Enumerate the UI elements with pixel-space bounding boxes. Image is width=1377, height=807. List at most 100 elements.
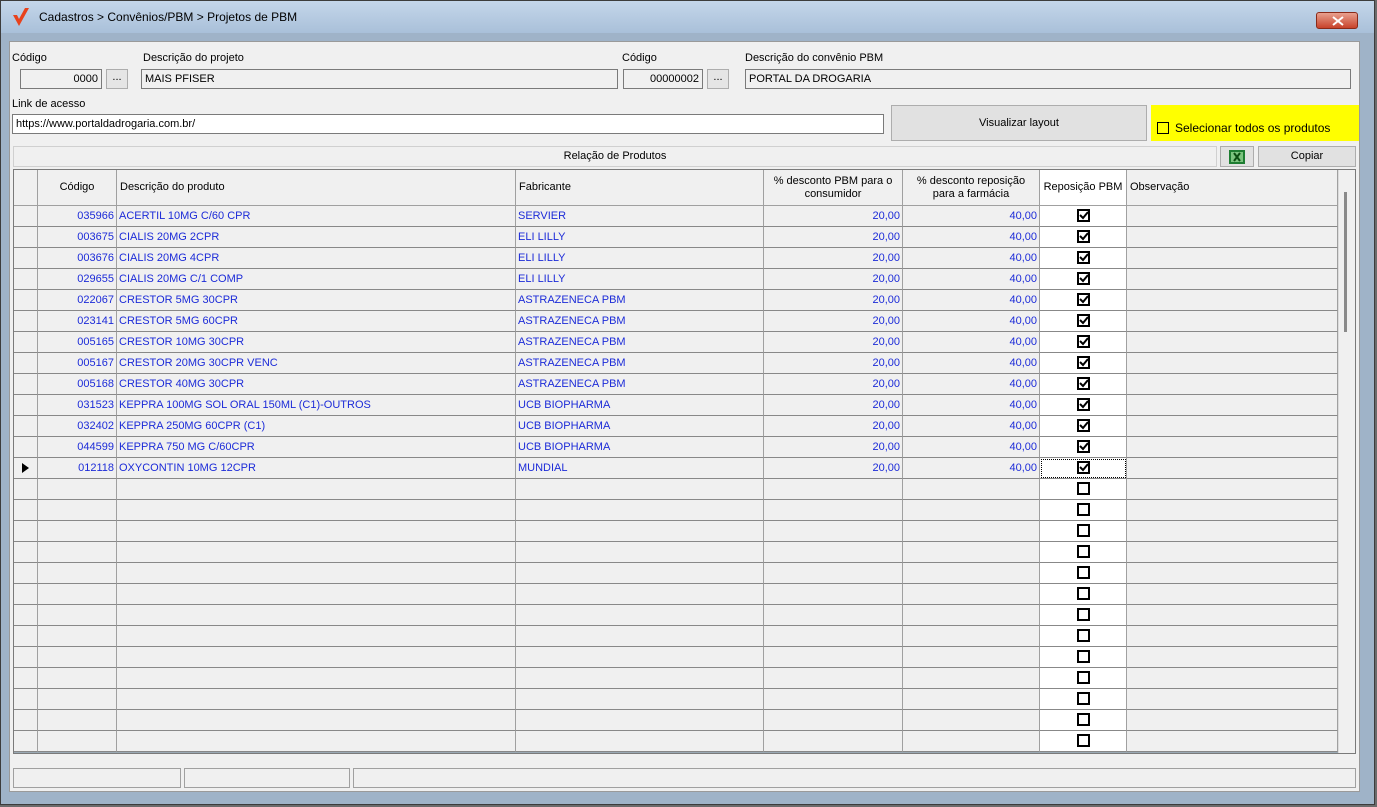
copy-button[interactable]: Copiar: [1258, 146, 1356, 167]
cell-notes[interactable]: [1127, 227, 1338, 248]
cell-manufacturer[interactable]: UCB BIOPHARMA: [516, 395, 764, 416]
convenio-code-field[interactable]: 00000002: [623, 69, 703, 89]
cell-code[interactable]: 012118: [38, 458, 117, 479]
row-indicator[interactable]: [14, 521, 38, 542]
cell-discount-pharmacy[interactable]: 40,00: [903, 395, 1040, 416]
row-indicator[interactable]: [14, 500, 38, 521]
cell-discount-consumer[interactable]: 20,00: [764, 458, 903, 479]
table-row[interactable]: 044599 KEPPRA 750 MG C/60CPR UCB BIOPHARMA…: [14, 437, 1355, 458]
cell-code[interactable]: 003675: [38, 227, 117, 248]
row-indicator[interactable]: [14, 584, 38, 605]
cell-discount-consumer[interactable]: [764, 689, 903, 710]
cell-code[interactable]: 005167: [38, 353, 117, 374]
cell-discount-pharmacy[interactable]: [903, 689, 1040, 710]
replenishment-checkbox[interactable]: [1077, 398, 1090, 411]
cell-notes[interactable]: [1127, 647, 1338, 668]
excel-export-button[interactable]: [1220, 146, 1254, 167]
cell-code[interactable]: 031523: [38, 395, 117, 416]
cell-discount-pharmacy[interactable]: [903, 668, 1040, 689]
convenio-lookup-button[interactable]: ...: [707, 69, 729, 89]
cell-code[interactable]: [38, 689, 117, 710]
cell-replenishment[interactable]: [1040, 563, 1127, 584]
cell-discount-pharmacy[interactable]: 40,00: [903, 269, 1040, 290]
row-indicator[interactable]: [14, 353, 38, 374]
cell-manufacturer[interactable]: [516, 710, 764, 731]
cell-replenishment[interactable]: [1040, 479, 1127, 500]
replenishment-checkbox[interactable]: [1077, 230, 1090, 243]
row-indicator[interactable]: [14, 710, 38, 731]
cell-description[interactable]: ACERTIL 10MG C/60 CPR: [117, 206, 516, 227]
table-row[interactable]: 023141 CRESTOR 5MG 60CPR ASTRAZENECA PBM 20…: [14, 311, 1355, 332]
replenishment-checkbox[interactable]: [1077, 713, 1090, 726]
cell-discount-consumer[interactable]: [764, 647, 903, 668]
cell-notes[interactable]: [1127, 689, 1338, 710]
cell-notes[interactable]: [1127, 311, 1338, 332]
cell-discount-consumer[interactable]: 20,00: [764, 395, 903, 416]
cell-code[interactable]: [38, 731, 117, 752]
replenishment-checkbox[interactable]: [1077, 272, 1090, 285]
cell-description[interactable]: [117, 626, 516, 647]
cell-notes[interactable]: [1127, 500, 1338, 521]
table-row[interactable]: 032402 KEPPRA 250MG 60CPR (C1) UCB BIOPHAR…: [14, 416, 1355, 437]
cell-manufacturer[interactable]: [516, 626, 764, 647]
cell-discount-pharmacy[interactable]: 40,00: [903, 437, 1040, 458]
cell-discount-consumer[interactable]: [764, 542, 903, 563]
replenishment-checkbox[interactable]: [1077, 335, 1090, 348]
cell-manufacturer[interactable]: [516, 689, 764, 710]
scrollbar-thumb[interactable]: [1344, 192, 1347, 332]
cell-notes[interactable]: [1127, 290, 1338, 311]
cell-description[interactable]: [117, 479, 516, 500]
cell-manufacturer[interactable]: [516, 668, 764, 689]
cell-manufacturer[interactable]: ELI LILLY: [516, 248, 764, 269]
cell-discount-pharmacy[interactable]: 40,00: [903, 248, 1040, 269]
row-indicator[interactable]: [14, 479, 38, 500]
cell-code[interactable]: 005165: [38, 332, 117, 353]
cell-manufacturer[interactable]: ASTRAZENECA PBM: [516, 374, 764, 395]
cell-manufacturer[interactable]: [516, 542, 764, 563]
cell-discount-pharmacy[interactable]: 40,00: [903, 458, 1040, 479]
cell-code[interactable]: [38, 563, 117, 584]
cell-code[interactable]: [38, 668, 117, 689]
replenishment-checkbox[interactable]: [1077, 461, 1090, 474]
cell-description[interactable]: OXYCONTIN 10MG 12CPR: [117, 458, 516, 479]
replenishment-checkbox[interactable]: [1077, 503, 1090, 516]
table-row[interactable]: [14, 542, 1355, 563]
cell-manufacturer[interactable]: [516, 731, 764, 752]
table-row[interactable]: [14, 731, 1355, 752]
table-row[interactable]: [14, 563, 1355, 584]
cell-description[interactable]: CRESTOR 5MG 30CPR: [117, 290, 516, 311]
cell-discount-pharmacy[interactable]: [903, 500, 1040, 521]
cell-notes[interactable]: [1127, 542, 1338, 563]
cell-description[interactable]: [117, 605, 516, 626]
cell-replenishment[interactable]: [1040, 500, 1127, 521]
cell-replenishment[interactable]: [1040, 647, 1127, 668]
cell-discount-consumer[interactable]: 20,00: [764, 353, 903, 374]
cell-discount-pharmacy[interactable]: 40,00: [903, 311, 1040, 332]
cell-discount-consumer[interactable]: 20,00: [764, 269, 903, 290]
cell-replenishment[interactable]: [1040, 668, 1127, 689]
cell-notes[interactable]: [1127, 605, 1338, 626]
cell-notes[interactable]: [1127, 626, 1338, 647]
replenishment-checkbox[interactable]: [1077, 629, 1090, 642]
cell-description[interactable]: [117, 563, 516, 584]
table-row[interactable]: 003676 CIALIS 20MG 4CPR ELI LILLY 20,00 40,0…: [14, 248, 1355, 269]
col-header-description[interactable]: Descrição do produto: [117, 170, 516, 206]
table-row[interactable]: 005165 CRESTOR 10MG 30CPR ASTRAZENECA PBM 2…: [14, 332, 1355, 353]
cell-replenishment[interactable]: [1040, 416, 1127, 437]
cell-code[interactable]: 023141: [38, 311, 117, 332]
cell-discount-pharmacy[interactable]: [903, 479, 1040, 500]
table-row[interactable]: 035966 ACERTIL 10MG C/60 CPR SERVIER 20,00 4…: [14, 206, 1355, 227]
cell-discount-consumer[interactable]: [764, 668, 903, 689]
cell-code[interactable]: 029655: [38, 269, 117, 290]
cell-notes[interactable]: [1127, 248, 1338, 269]
cell-notes[interactable]: [1127, 668, 1338, 689]
row-indicator[interactable]: [14, 626, 38, 647]
cell-discount-consumer[interactable]: [764, 710, 903, 731]
cell-code[interactable]: [38, 500, 117, 521]
replenishment-checkbox[interactable]: [1077, 545, 1090, 558]
cell-manufacturer[interactable]: UCB BIOPHARMA: [516, 416, 764, 437]
cell-description[interactable]: [117, 500, 516, 521]
cell-description[interactable]: KEPPRA 100MG SOL ORAL 150ML (C1)-OUTROS: [117, 395, 516, 416]
replenishment-checkbox[interactable]: [1077, 608, 1090, 621]
cell-discount-pharmacy[interactable]: [903, 626, 1040, 647]
